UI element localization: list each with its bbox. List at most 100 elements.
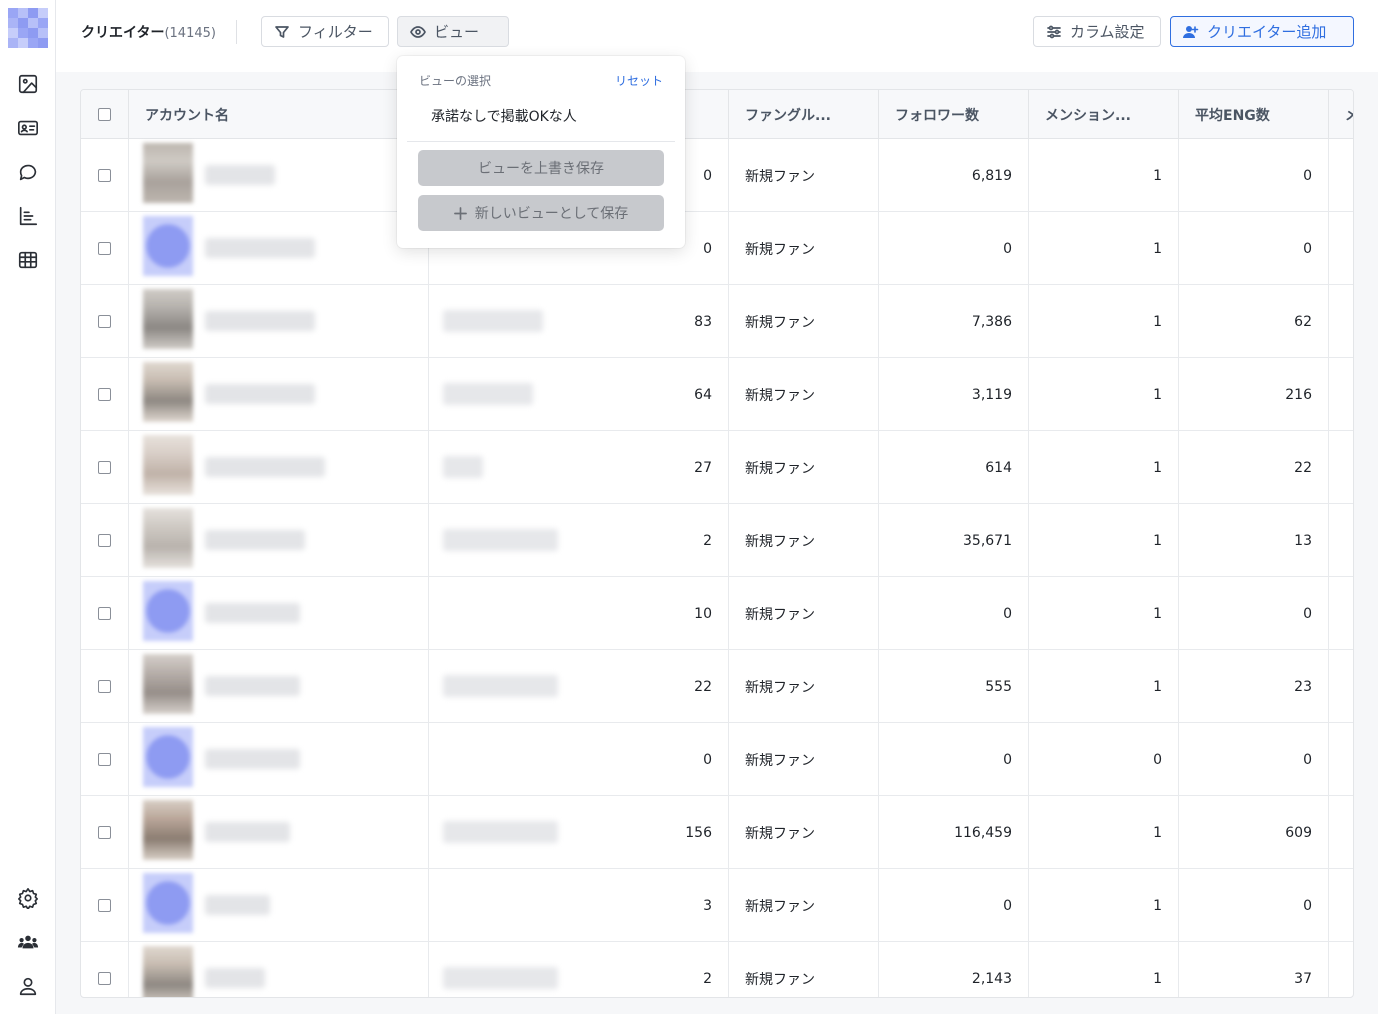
more-cell xyxy=(1329,796,1353,869)
table-row[interactable]: 27 新規ファン 614 1 22 xyxy=(81,431,1353,504)
avg-eng-cell-value: 23 xyxy=(1294,678,1312,695)
add-creator-button[interactable]: クリエイター追加 xyxy=(1170,16,1354,47)
id-card-icon[interactable] xyxy=(16,116,40,140)
settings-icon[interactable] xyxy=(16,886,40,910)
avg-eng-cell: 0 xyxy=(1179,212,1329,285)
page-title: クリエイター(14145) xyxy=(81,22,216,42)
followers-cell: 614 xyxy=(879,431,1029,504)
overwrite-view-button[interactable]: ビューを上書き保存 xyxy=(418,150,664,186)
column-header-more[interactable]: メ xyxy=(1329,90,1353,139)
row-checkbox[interactable] xyxy=(98,534,111,547)
row-checkbox[interactable] xyxy=(98,753,111,766)
select-all-checkbox[interactable] xyxy=(98,108,111,121)
table-row[interactable]: 64 新規ファン 3,119 1 216 xyxy=(81,358,1353,431)
row-checkbox[interactable] xyxy=(98,607,111,620)
avg-eng-cell: 216 xyxy=(1179,358,1329,431)
count-cell-value: 27 xyxy=(694,459,712,476)
dropdown-divider xyxy=(407,141,675,142)
table-row[interactable]: 3 新規ファン 0 1 0 xyxy=(81,869,1353,942)
save-new-view-button[interactable]: 新しいビューとして保存 xyxy=(418,195,664,231)
count-cell-value: 2 xyxy=(703,532,712,549)
team-icon[interactable] xyxy=(16,930,40,954)
creator-count: (14145) xyxy=(164,26,216,41)
row-checkbox[interactable] xyxy=(98,461,111,474)
account-name-cell[interactable] xyxy=(129,796,429,869)
column-header-label: メ xyxy=(1345,105,1353,125)
mentions-cell-value: 1 xyxy=(1153,167,1162,184)
more-cell xyxy=(1329,723,1353,796)
chat-icon[interactable] xyxy=(16,160,40,184)
table-row[interactable]: 0 新規ファン 6,819 1 0 xyxy=(81,139,1353,212)
fan-group-cell-value: 新規ファン xyxy=(745,898,815,915)
row-checkbox[interactable] xyxy=(98,242,111,255)
fan-group-cell-value: 新規ファン xyxy=(745,241,815,258)
account-name-redacted xyxy=(205,530,305,550)
avg-eng-cell-value: 609 xyxy=(1285,824,1312,841)
account-name-cell[interactable] xyxy=(129,358,429,431)
account-name-cell[interactable] xyxy=(129,504,429,577)
count-cell: 156 xyxy=(585,796,729,869)
table-row[interactable]: 2 新規ファン 35,671 1 13 xyxy=(81,504,1353,577)
bar-chart-icon[interactable] xyxy=(16,204,40,228)
column-header-followers[interactable]: フォロワー数 xyxy=(879,90,1029,139)
table-row[interactable]: 22 新規ファン 555 1 23 xyxy=(81,650,1353,723)
table-row[interactable]: 156 新規ファン 116,459 1 609 xyxy=(81,796,1353,869)
account-name-cell[interactable] xyxy=(129,869,429,942)
account-name-cell[interactable] xyxy=(129,139,429,212)
view-option[interactable]: 承諾なしで掲載OKな人 xyxy=(431,106,577,126)
table-row[interactable]: 0 新規ファン 0 0 0 xyxy=(81,723,1353,796)
column-settings-button[interactable]: カラム設定 xyxy=(1033,16,1161,47)
avg-eng-cell: 0 xyxy=(1179,139,1329,212)
avg-eng-cell: 0 xyxy=(1179,869,1329,942)
table-row[interactable]: 0 新規ファン 0 1 0 xyxy=(81,212,1353,285)
avatar xyxy=(143,216,193,276)
followers-cell-value: 35,671 xyxy=(963,532,1012,549)
column-header-avg-eng[interactable]: 平均ENG数 xyxy=(1179,90,1329,139)
account-handle-cell xyxy=(429,723,585,796)
row-select-cell xyxy=(81,650,129,723)
row-checkbox[interactable] xyxy=(98,826,111,839)
mentions-cell: 1 xyxy=(1029,869,1179,942)
row-checkbox[interactable] xyxy=(98,899,111,912)
account-name-cell[interactable] xyxy=(129,650,429,723)
account-name-cell[interactable] xyxy=(129,431,429,504)
followers-cell: 2,143 xyxy=(879,942,1029,997)
image-icon[interactable] xyxy=(16,72,40,96)
account-name-cell[interactable] xyxy=(129,942,429,997)
fan-group-cell: 新規ファン xyxy=(729,796,879,869)
row-checkbox[interactable] xyxy=(98,388,111,401)
select-all-cell xyxy=(81,90,129,139)
add-creator-label: クリエイター追加 xyxy=(1207,23,1327,41)
followers-cell: 0 xyxy=(879,212,1029,285)
app-logo[interactable] xyxy=(8,8,48,48)
count-cell: 10 xyxy=(585,577,729,650)
user-icon[interactable] xyxy=(16,974,40,998)
column-header-mentions[interactable]: メンション... xyxy=(1029,90,1179,139)
avg-eng-cell-value: 0 xyxy=(1303,240,1312,257)
table-row[interactable]: 10 新規ファン 0 1 0 xyxy=(81,577,1353,650)
account-name-cell[interactable] xyxy=(129,723,429,796)
account-name-cell[interactable] xyxy=(129,577,429,650)
table-row[interactable]: 83 新規ファン 7,386 1 62 xyxy=(81,285,1353,358)
view-reset-link[interactable]: リセット xyxy=(615,72,663,89)
fan-group-cell: 新規ファン xyxy=(729,650,879,723)
view-button[interactable]: ビュー xyxy=(397,16,509,47)
avg-eng-cell-value: 0 xyxy=(1303,167,1312,184)
count-cell: 27 xyxy=(585,431,729,504)
row-select-cell xyxy=(81,212,129,285)
avg-eng-cell: 37 xyxy=(1179,942,1329,997)
account-name-cell[interactable] xyxy=(129,212,429,285)
account-name-cell[interactable] xyxy=(129,285,429,358)
row-checkbox[interactable] xyxy=(98,169,111,182)
table-row[interactable]: 2 新規ファン 2,143 1 37 xyxy=(81,942,1353,997)
avg-eng-cell-value: 37 xyxy=(1294,970,1312,987)
column-header-fan-group[interactable]: ファングル... xyxy=(729,90,879,139)
app-root: クリエイター(14145) フィルター ビュー カラム設定 クリエイター追加 ア… xyxy=(0,0,1378,1014)
table-icon[interactable] xyxy=(16,248,40,272)
followers-cell: 7,386 xyxy=(879,285,1029,358)
row-checkbox[interactable] xyxy=(98,315,111,328)
account-handle-cell xyxy=(429,869,585,942)
row-checkbox[interactable] xyxy=(98,972,111,985)
filter-button[interactable]: フィルター xyxy=(261,16,389,47)
row-checkbox[interactable] xyxy=(98,680,111,693)
